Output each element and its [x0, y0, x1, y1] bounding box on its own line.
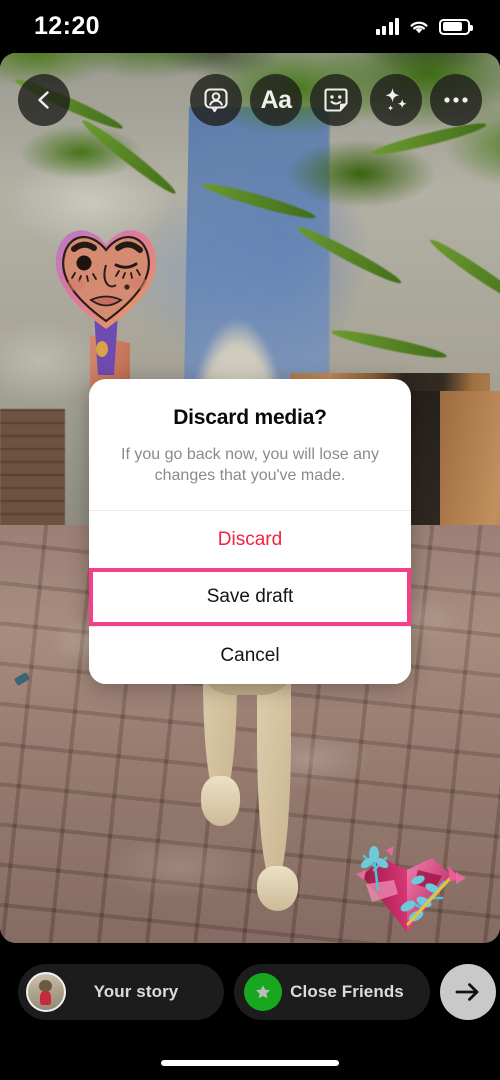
dialog-header: Discard media? If you go back now, you w… — [89, 379, 411, 510]
dialog-title: Discard media? — [173, 406, 327, 429]
wifi-icon — [410, 21, 428, 33]
status-bar: 12:20 — [0, 0, 500, 53]
phone-screen: 12:20 Aa Discard media? If you go back n… — [0, 0, 500, 1080]
discard-button[interactable]: Discard — [89, 510, 411, 569]
discard-media-dialog: Discard media? If you go back now, you w… — [89, 379, 411, 685]
dialog-overlay: Discard media? If you go back now, you w… — [0, 0, 500, 1080]
save-draft-button[interactable]: Save draft — [89, 568, 411, 627]
cancel-button[interactable]: Cancel — [89, 626, 411, 685]
status-bar-time: 12:20 — [34, 12, 100, 40]
cellular-signal-icon — [375, 18, 399, 35]
dialog-message: If you go back now, you will lose any ch… — [121, 446, 379, 485]
status-bar-indicators — [375, 18, 473, 35]
battery-icon — [439, 18, 473, 35]
